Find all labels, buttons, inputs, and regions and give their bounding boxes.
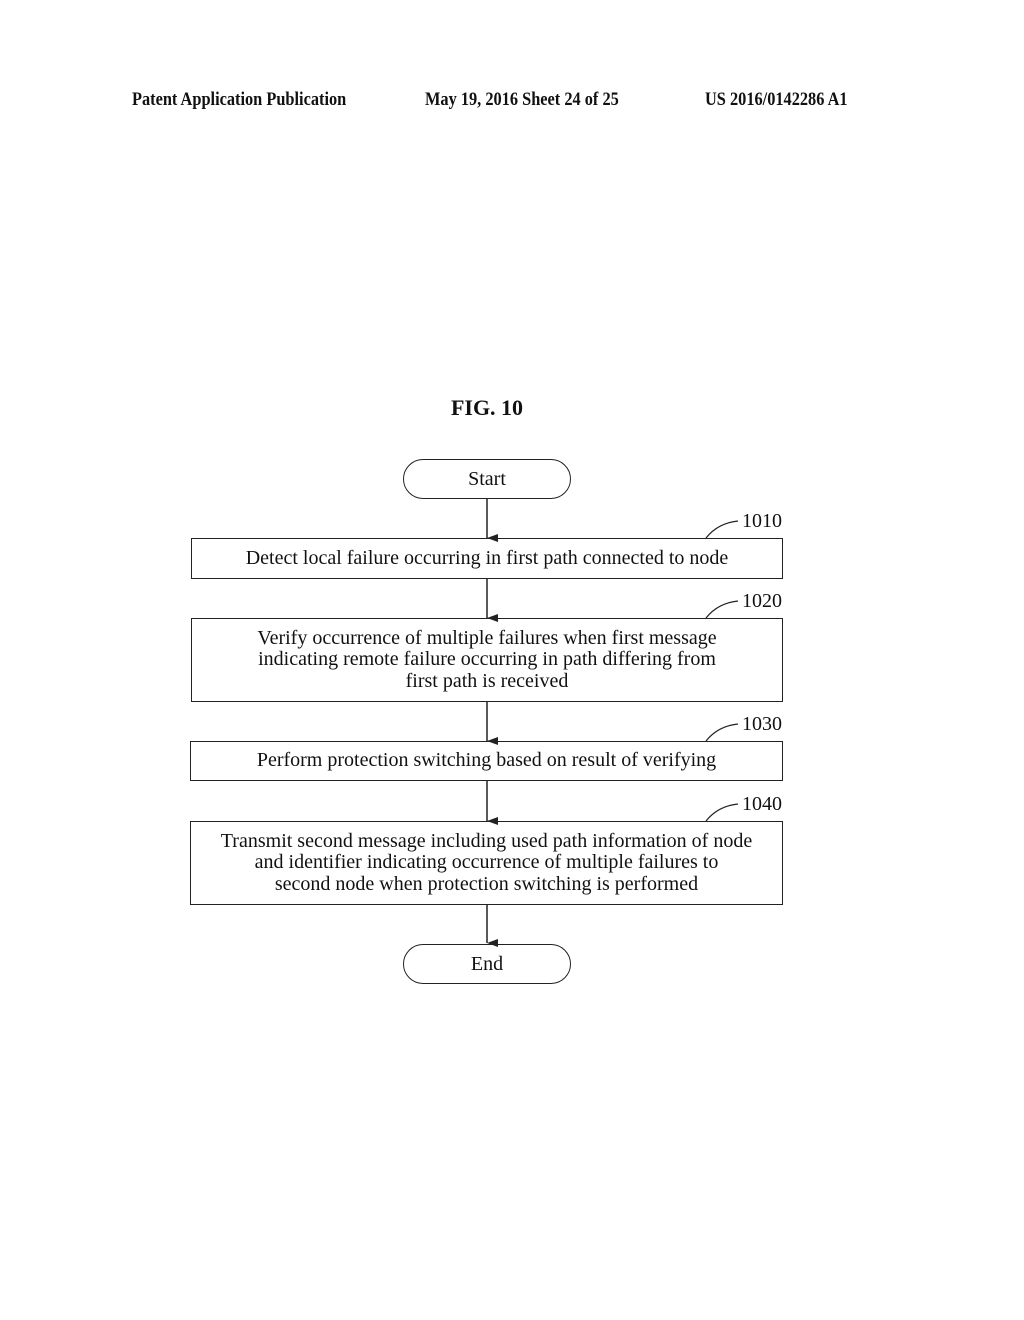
start-terminal: Start [403, 459, 571, 499]
ref-number-1030: 1030 [742, 713, 782, 735]
ref-leader-1040 [705, 803, 739, 822]
step-1030-text: Perform protection switching based on re… [256, 749, 717, 772]
step-1040-line-3: second node when protection switching is… [274, 872, 699, 895]
end-terminal: End [403, 944, 571, 984]
ref-number-1040: 1040 [742, 793, 782, 815]
ref-number-1010: 1010 [742, 510, 782, 532]
ref-number-1020: 1020 [742, 590, 782, 612]
ref-leader-1030 [705, 723, 739, 742]
ref-leader-1010 [705, 520, 739, 539]
step-1020-box: Verify occurrence of multiple failures w… [191, 618, 783, 702]
step-1030-box: Perform protection switching based on re… [190, 741, 783, 781]
ref-leader-1020 [705, 600, 739, 619]
step-1040-line-2: and identifier indicating occurrence of … [254, 851, 719, 874]
step-1010-box: Detect local failure occurring in first … [191, 538, 783, 579]
end-label: End [470, 953, 504, 975]
step-1040-line-1: Transmit second message including used p… [220, 829, 753, 852]
step-1040-box: Transmit second message including used p… [190, 821, 783, 905]
step-1020-line-1: Verify occurrence of multiple failures w… [257, 626, 717, 649]
step-1020-line-3: first path is received [405, 669, 569, 692]
step-1020-line-2: indicating remote failure occurring in p… [258, 648, 716, 671]
step-1010-text: Detect local failure occurring in first … [245, 546, 729, 569]
start-label: Start [468, 468, 506, 490]
